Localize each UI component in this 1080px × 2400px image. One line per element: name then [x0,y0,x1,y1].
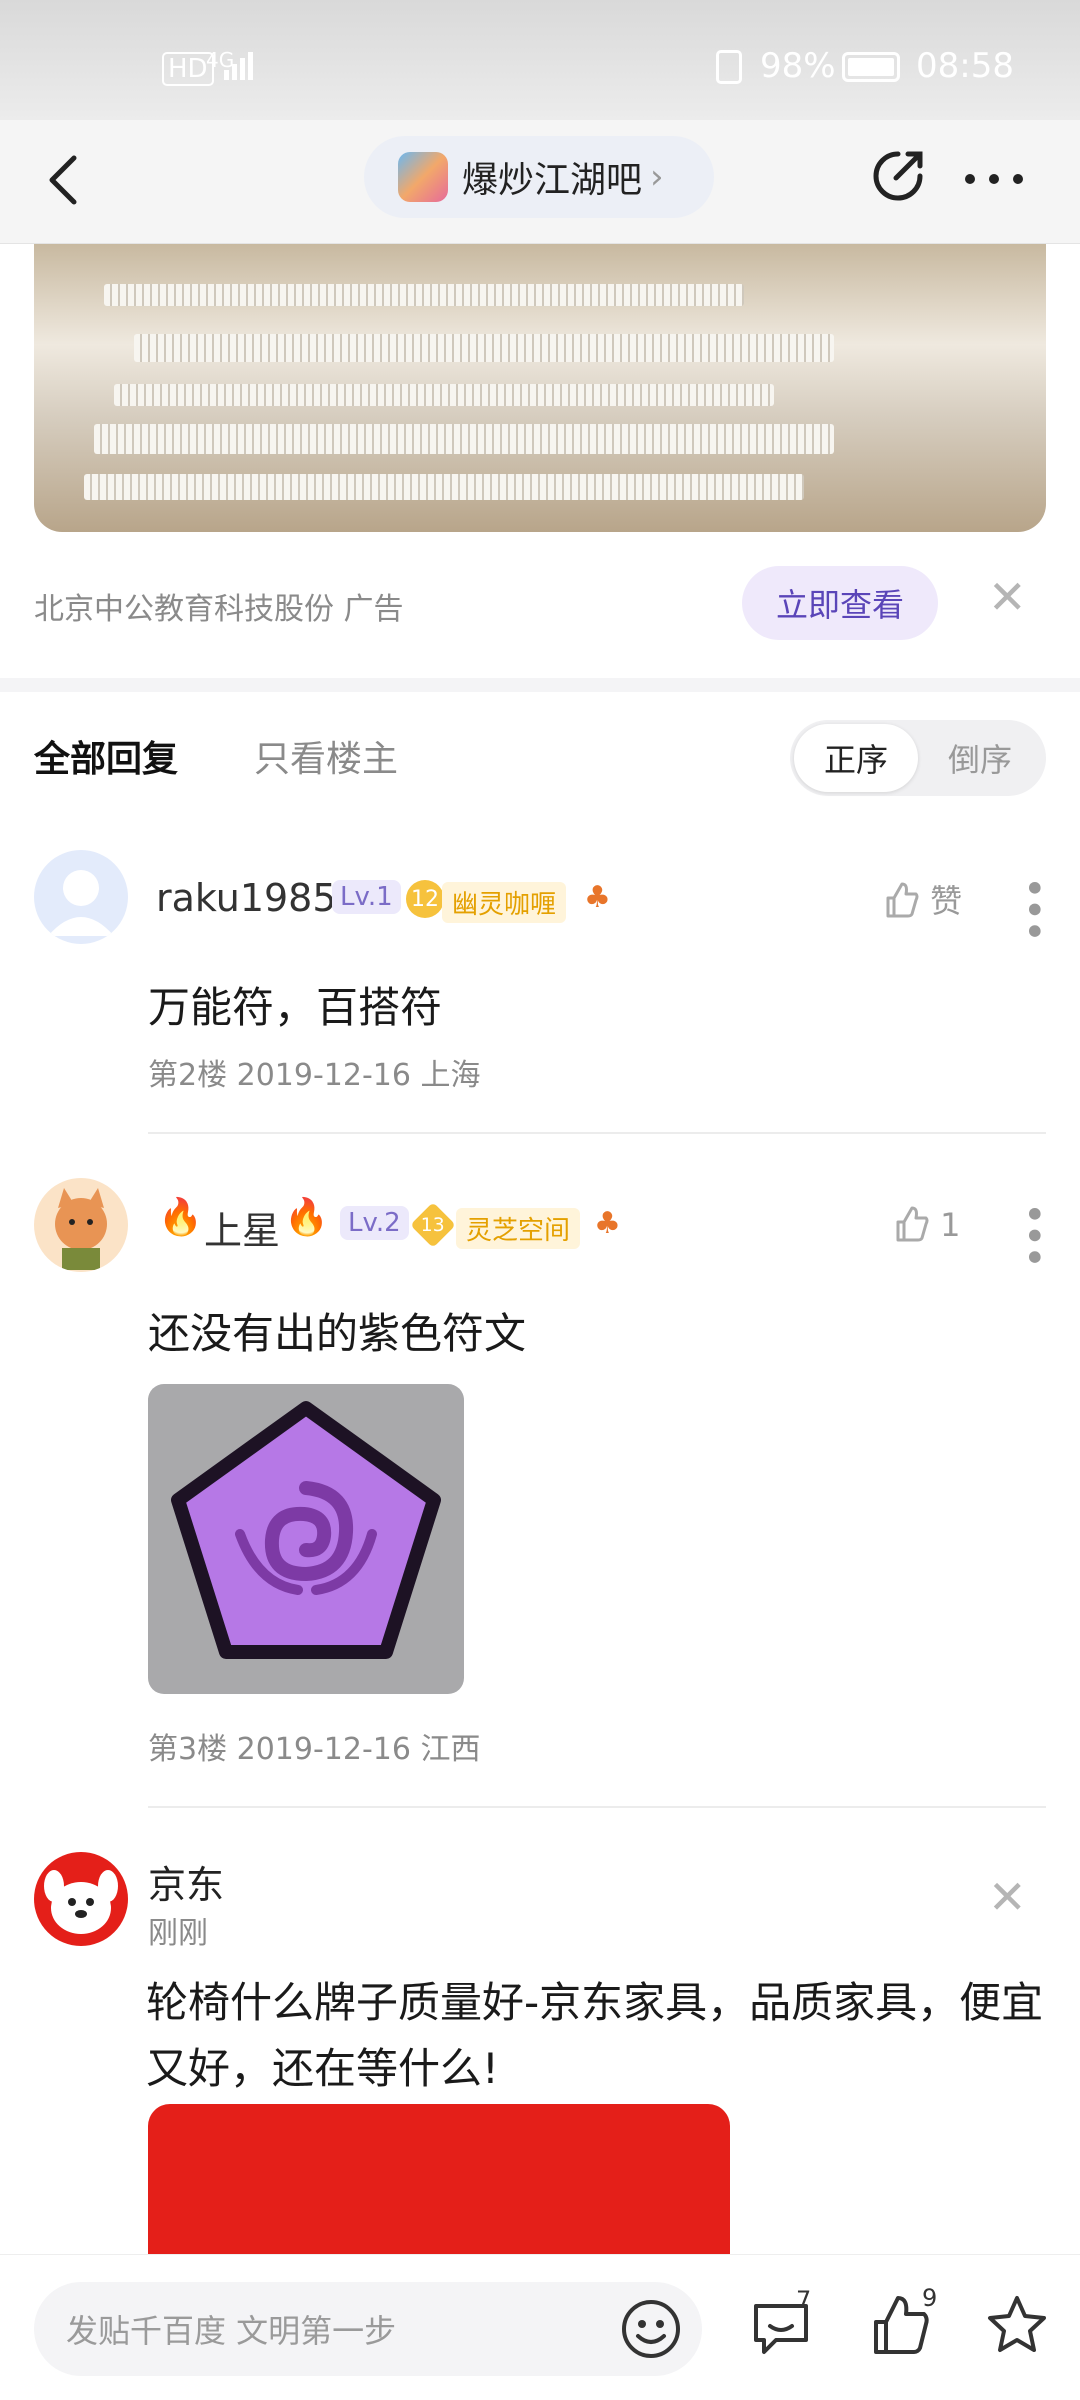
post-time: 刚刚 [148,1916,208,1951]
tab-op-only[interactable]: 只看楼主 [254,730,398,782]
close-ad-icon[interactable]: ✕ [988,1870,1027,1924]
post-more-icon[interactable]: ••• [1010,876,1056,941]
ad-image[interactable] [34,244,1046,532]
level-badge: Lv.2 [340,1206,409,1240]
sort-desc-option[interactable]: 倒序 [918,724,1042,792]
chevron-left-icon [49,155,77,205]
ad-view-now-button[interactable]: 立即查看 [742,566,938,640]
fire-icon: 🔥 [284,1197,329,1238]
floor-meta: 第3楼 2019-12-16 江西 [148,1732,481,1767]
username[interactable]: 上星 [204,1200,280,1255]
tab-all-replies[interactable]: 全部回复 [34,730,178,782]
clock: 08:58 [916,46,1014,86]
post-content: 万能符，百搭符 [148,983,443,1032]
avatar[interactable] [34,1178,128,1272]
battery-icon [842,52,900,82]
share-edit-icon [873,151,923,201]
fire-icon: 🔥 [158,1197,203,1238]
vibrate-icon [716,50,742,84]
emoji-button[interactable] [620,2298,682,2364]
more-dots-icon [965,174,1023,184]
like-count: 1 [940,1206,961,1244]
section-divider [0,678,1080,692]
back-button[interactable] [44,150,84,214]
like-count: 赞 [930,882,963,920]
member-badge-name: 幽灵咖喱 [442,882,567,923]
avatar[interactable] [34,850,128,944]
sort-asc-option[interactable]: 正序 [794,724,918,792]
cat-avatar-icon [55,1188,107,1270]
comments-count: 7 [796,2286,812,2314]
battery-percent: 98% [760,46,836,86]
member-badge-name: 灵芝空间 [456,1208,581,1249]
sponsored-content: 轮椅什么牌子质量好-京东家具，品质家具，便宜又好，还在等什么! [146,1978,1044,2093]
jd-avatar[interactable] [34,1852,128,1946]
member-level-icon: 13 [410,1202,456,1248]
emoji-icon [622,2300,680,2358]
post-image[interactable] [148,1384,464,1694]
member-level-icon: 12 [406,880,444,918]
username[interactable]: raku1985 [156,876,337,920]
share-edit-button[interactable] [868,146,928,210]
status-bar: HD 4G 98% 08:58 [0,0,1080,120]
game-badge-icon: ♣ [594,1206,621,1241]
game-badge-icon: ♣ [584,880,611,915]
likes-count: 9 [922,2284,938,2312]
post-content: 还没有出的紫色符文 [148,1309,527,1358]
forum-chip[interactable]: 爆炒江湖吧 › [364,136,714,218]
favorite-button[interactable] [986,2294,1048,2360]
signal-icon [224,50,260,80]
close-ad-icon[interactable]: ✕ [988,570,1027,624]
sort-toggle[interactable]: 正序 倒序 [790,720,1046,796]
default-avatar-icon [48,870,114,936]
reply-input[interactable]: 发贴千百度 文明第一步 [34,2282,702,2376]
ad-source-label: 北京中公教育科技股份 广告 [34,592,404,627]
thumbs-up-icon [896,1206,929,1242]
forum-name: 爆炒江湖吧 [462,160,643,201]
like-button[interactable]: 1 [890,1204,961,1244]
like-button[interactable]: 赞 [880,876,962,922]
brand-name[interactable]: 京东 [148,1854,224,1909]
post-divider [148,1132,1046,1134]
floor-meta: 第2楼 2019-12-16 上海 [148,1058,481,1093]
more-button[interactable] [964,170,1024,189]
post-divider [148,1806,1046,1808]
thumbs-up-icon [886,882,919,918]
forum-avatar-icon [398,152,448,202]
post-more-icon[interactable]: ••• [1010,1202,1056,1267]
jd-dog-logo-icon [44,1870,118,1934]
purple-rune-image [171,1401,441,1659]
level-badge: Lv.1 [332,880,401,914]
sponsored-image[interactable] [148,2104,730,2254]
star-icon [988,2296,1046,2352]
chevron-right-icon: › [650,157,664,197]
